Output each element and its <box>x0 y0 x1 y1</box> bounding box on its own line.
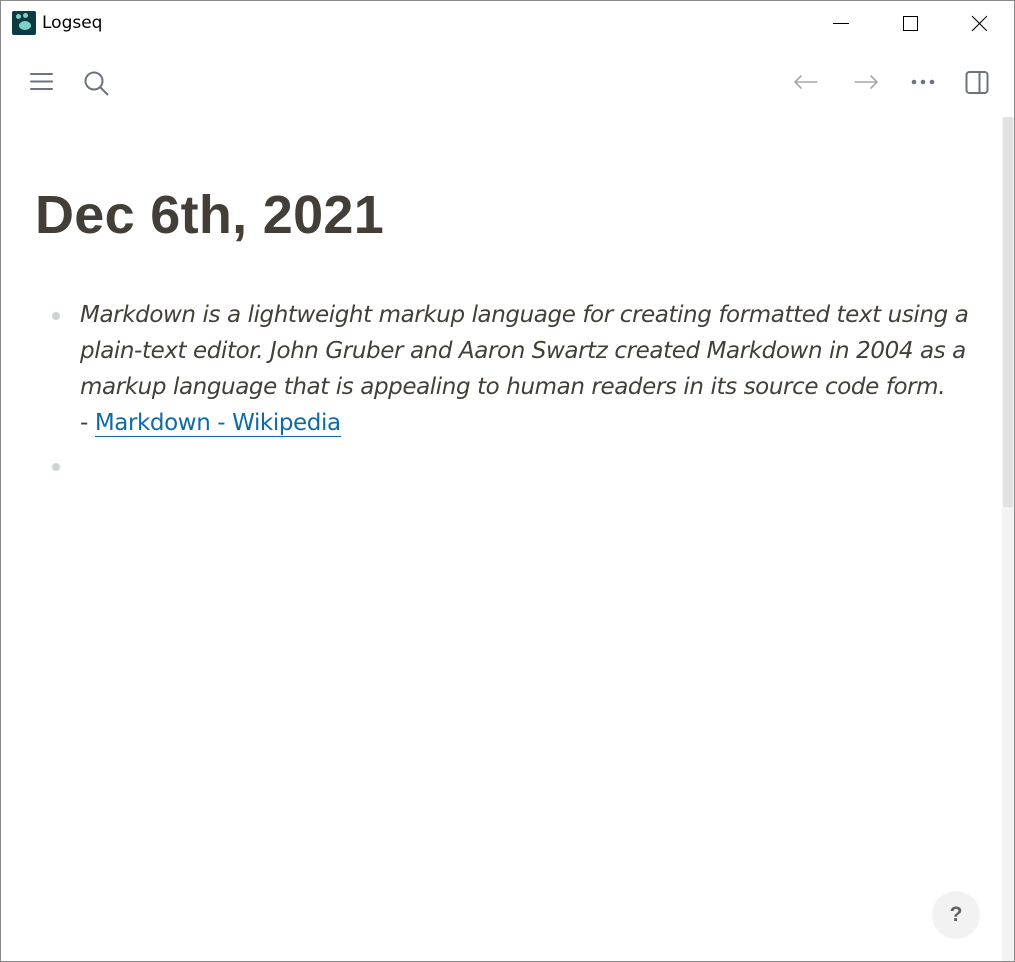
help-button[interactable]: ? <box>932 891 980 939</box>
quote-text: Markdown is a lightweight markup languag… <box>80 302 969 400</box>
block-bullet[interactable] <box>52 463 60 471</box>
left-sidebar-toggle-button[interactable] <box>22 59 62 105</box>
close-icon <box>971 15 987 31</box>
right-sidebar-toggle-button[interactable] <box>957 59 997 105</box>
page-title[interactable]: Dec 6th, 2021 <box>35 184 384 246</box>
scrollbar-thumb[interactable] <box>1003 117 1013 507</box>
title-bar[interactable]: Logseq <box>1 1 1014 45</box>
right-sidebar-icon <box>965 71 989 94</box>
dash-text: - <box>80 410 95 436</box>
more-options-button[interactable] <box>903 59 943 105</box>
back-arrow-icon <box>794 75 818 89</box>
block[interactable]: Markdown is a lightweight markup languag… <box>41 297 986 441</box>
minimize-icon <box>833 23 849 24</box>
close-button[interactable] <box>944 1 1014 45</box>
maximize-button[interactable] <box>875 1 945 45</box>
logseq-logo-icon <box>12 11 36 35</box>
maximize-icon <box>903 16 918 31</box>
toolbar <box>1 59 1014 105</box>
back-button[interactable] <box>785 59 825 105</box>
forward-button[interactable] <box>845 59 885 105</box>
app-window: Logseq Dec 6th, 2021 Markdown is a light… <box>0 0 1015 962</box>
menu-icon <box>30 73 53 90</box>
wikipedia-link[interactable]: Markdown - Wikipedia <box>94 410 341 437</box>
search-button[interactable] <box>75 59 115 105</box>
minimize-button[interactable] <box>806 1 876 45</box>
scrollbar[interactable] <box>1002 117 1014 961</box>
window-title: Logseq <box>42 13 103 33</box>
block-bullet[interactable] <box>52 312 60 320</box>
block-content[interactable]: Markdown is a lightweight markup languag… <box>80 297 980 441</box>
search-icon <box>84 71 109 96</box>
empty-block[interactable] <box>41 459 986 479</box>
more-icon <box>911 79 935 85</box>
forward-arrow-icon <box>854 75 878 89</box>
